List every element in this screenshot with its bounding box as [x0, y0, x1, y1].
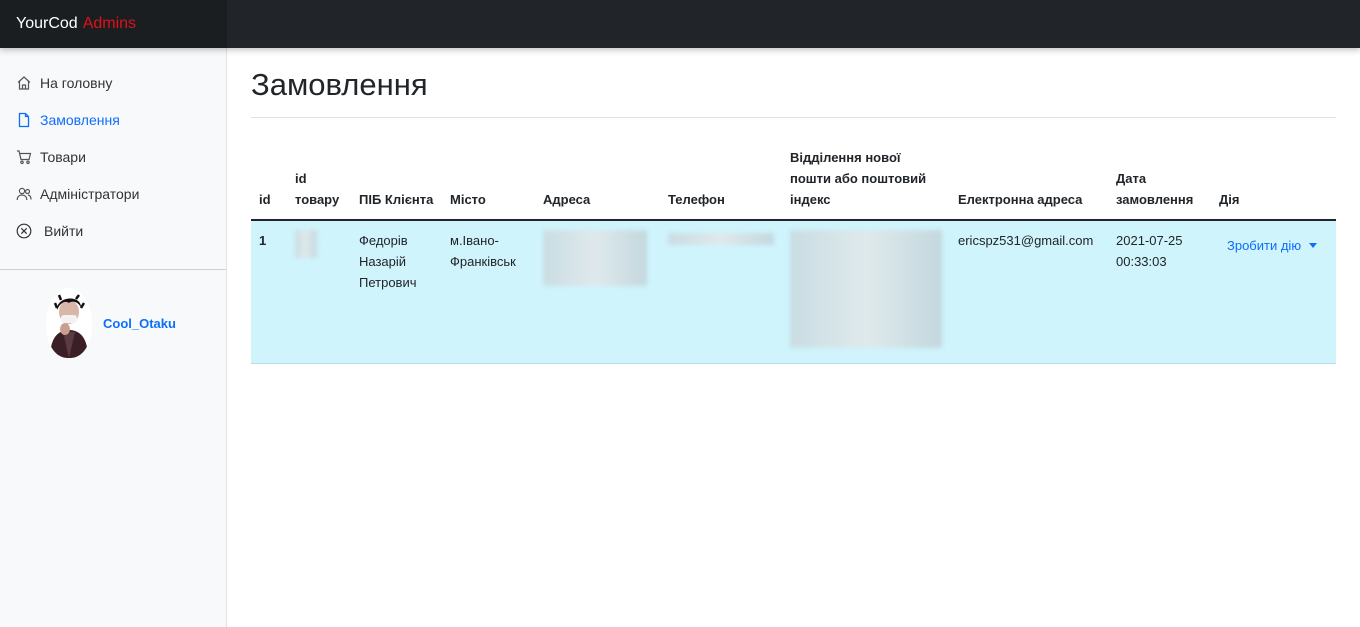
sidebar-item-label: На головну	[40, 74, 113, 91]
column-header-client-name: ПІБ Клієнта	[351, 142, 442, 221]
sidebar-divider	[0, 269, 226, 270]
column-header-city: Місто	[442, 142, 535, 221]
x-circle-icon	[16, 223, 32, 239]
sidebar-item-home[interactable]: На головну	[0, 64, 226, 101]
cell-product-id	[287, 220, 351, 364]
top-navbar: YourCod Admins	[0, 0, 1360, 48]
cell-email: ericspz531@gmail.com	[950, 220, 1108, 364]
sidebar-item-products[interactable]: Товари	[0, 138, 226, 175]
home-icon	[16, 75, 32, 91]
column-header-id: id	[251, 142, 287, 221]
sidebar-item-label: Товари	[40, 148, 86, 165]
column-header-address: Адреса	[535, 142, 660, 221]
brand-name: YourCod	[16, 15, 78, 32]
column-header-phone: Телефон	[660, 142, 782, 221]
cell-action: Зробити дію	[1211, 220, 1336, 364]
file-icon	[16, 112, 32, 128]
users-icon	[16, 186, 32, 202]
main-content: Замовлення id id товару ПІБ Клієнта Міст…	[251, 48, 1336, 364]
column-header-post-office: Відділення нової пошти або поштовий інде…	[782, 142, 950, 221]
table-header-row: id id товару ПІБ Клієнта Місто Адреса Те…	[251, 142, 1336, 221]
brand-logo[interactable]: YourCod Admins	[0, 0, 227, 48]
sidebar-item-label: Замовлення	[40, 111, 120, 128]
sidebar-item-orders[interactable]: Замовлення	[0, 101, 226, 138]
cell-city: м.Івано-Франківськ	[442, 220, 535, 364]
user-profile: Cool_Otaku	[46, 288, 176, 358]
column-header-action: Дія	[1211, 142, 1336, 221]
action-dropdown-button[interactable]: Зробити дію	[1227, 238, 1318, 253]
cell-id: 1	[251, 220, 287, 364]
column-header-email: Електронна адреса	[950, 142, 1108, 221]
avatar	[46, 288, 92, 358]
caret-down-icon	[1309, 243, 1318, 248]
brand-accent: Admins	[82, 15, 137, 32]
cell-post-office	[782, 220, 950, 364]
page-title: Замовлення	[251, 48, 1336, 118]
profile-username[interactable]: Cool_Otaku	[103, 316, 176, 331]
cell-phone	[660, 220, 782, 364]
column-header-product-id: id товару	[287, 142, 351, 221]
cell-address	[535, 220, 660, 364]
table-row: 1 Федорів Назарій Петрович м.Івано-Франк…	[251, 220, 1336, 364]
cell-client-name: Федорів Назарій Петрович	[351, 220, 442, 364]
sidebar-item-label: Адміністратори	[40, 185, 140, 202]
redacted-post-office	[790, 230, 942, 348]
sidebar-item-admins[interactable]: Адміністратори	[0, 175, 226, 212]
orders-table: id id товару ПІБ Клієнта Місто Адреса Те…	[251, 142, 1336, 364]
column-header-date: Дата замовлення	[1108, 142, 1211, 221]
sidebar-item-label: Вийти	[44, 222, 84, 239]
action-label: Зробити дію	[1227, 238, 1302, 253]
cell-date: 2021-07-25 00:33:03	[1108, 220, 1211, 364]
cart-icon	[16, 149, 32, 165]
redacted-address	[543, 230, 647, 286]
sidebar-item-logout[interactable]: Вийти	[0, 212, 226, 249]
redacted-phone	[668, 233, 774, 245]
sidebar-nav: На головну Замовлення Товари Адміністрат…	[0, 48, 226, 249]
redacted-product-id	[295, 230, 317, 258]
